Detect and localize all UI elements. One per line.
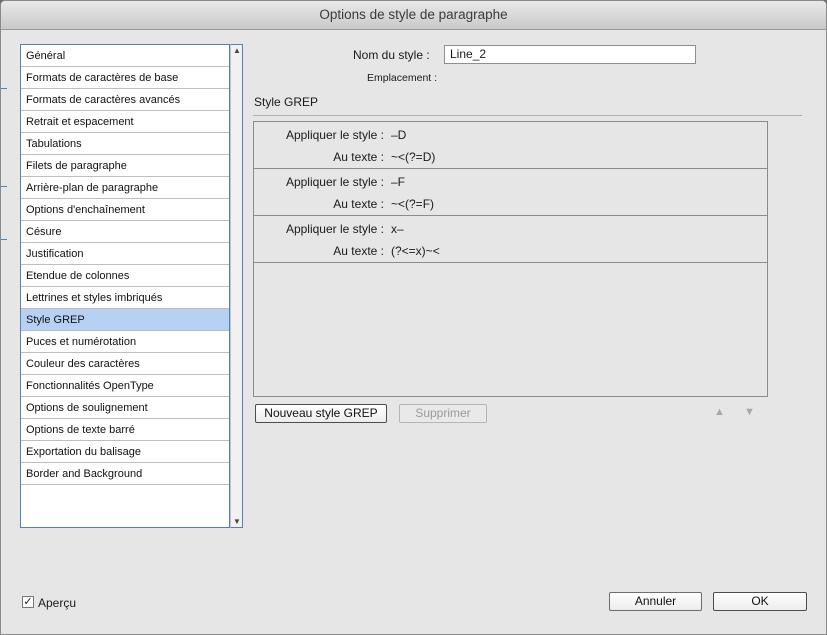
sidebar-item[interactable]: Options de soulignement [21,397,229,419]
background-guide-line [1,239,7,240]
preview-label[interactable]: Aperçu [38,596,76,610]
sidebar-item[interactable]: Fonctionnalités OpenType [21,375,229,397]
new-grep-style-button[interactable]: Nouveau style GREP [255,404,387,423]
location-label: Emplacement : [367,72,438,84]
grep-rule-row[interactable]: Appliquer le style : –D Au texte : ~<(?=D) [254,122,767,169]
grep-to-text-label: Au texte : [333,244,384,258]
sidebar-item[interactable]: Formats de caractères de base [21,67,229,89]
sidebar-item[interactable]: Etendue de colonnes [21,265,229,287]
cancel-button[interactable]: Annuler [609,592,702,611]
sidebar-item[interactable]: Options d'enchaînement [21,199,229,221]
sidebar-item[interactable]: Puces et numérotation [21,331,229,353]
style-name-input[interactable]: Line_2 [444,45,696,64]
grep-style-value[interactable]: x– [391,222,404,236]
sidebar-item[interactable]: Options de texte barré [21,419,229,441]
window-title: Options de style de paragraphe [1,1,826,30]
grep-style-value[interactable]: –F [391,175,405,189]
ok-button[interactable]: OK [713,592,807,611]
grep-expression-value[interactable]: ~<(?=F) [391,197,434,211]
grep-apply-style-label: Appliquer le style : [285,222,384,236]
dialog-window: Options de style de paragraphe Général Fo… [0,0,827,635]
grep-to-text-label: Au texte : [333,150,384,164]
sidebar-item[interactable]: Justification [21,243,229,265]
delete-button[interactable]: Supprimer [399,404,487,423]
grep-expression-value[interactable]: ~<(?=D) [391,150,435,164]
background-guide-line [1,186,7,187]
grep-apply-style-label: Appliquer le style : [285,128,384,142]
grep-to-text-label: Au texte : [333,197,384,211]
style-name-label: Nom du style : [353,48,430,62]
grep-rules-list: Appliquer le style : –D Au texte : ~<(?=D) A… [253,121,768,397]
move-up-icon[interactable]: ▲ [714,406,725,418]
grep-expression-value[interactable]: (?<=x)~< [391,244,440,258]
sidebar-item[interactable]: Arrière-plan de paragraphe [21,177,229,199]
sidebar-item[interactable]: Lettrines et styles imbriqués [21,287,229,309]
sidebar-item[interactable]: Exportation du balisage [21,441,229,463]
sidebar-item[interactable]: Couleur des caractères [21,353,229,375]
scroll-down-icon[interactable]: ▼ [233,517,241,526]
grep-apply-style-label: Appliquer le style : [285,175,384,189]
grep-style-value[interactable]: –D [391,128,406,142]
category-list-scrollbar[interactable]: ▲ ▼ [230,44,243,528]
sidebar-item[interactable]: Filets de paragraphe [21,155,229,177]
background-guide-line [1,88,7,89]
sidebar-item[interactable]: Retrait et espacement [21,111,229,133]
section-title: Style GREP [254,95,319,109]
grep-rule-row[interactable]: Appliquer le style : x– Au texte : (?<=x)~< [254,216,767,263]
sidebar-item[interactable]: Border and Background [21,463,229,485]
sidebar-item[interactable]: Césure [21,221,229,243]
sidebar-item[interactable]: Style GREP [21,309,229,331]
sidebar-item[interactable]: Formats de caractères avancés [21,89,229,111]
sidebar-item[interactable]: Tabulations [21,133,229,155]
preview-checkbox[interactable]: ✓ [22,596,34,608]
sidebar-item[interactable]: Général [21,45,229,67]
grep-rule-row[interactable]: Appliquer le style : –F Au texte : ~<(?=F) [254,169,767,216]
move-down-icon[interactable]: ▼ [744,406,755,418]
scroll-up-icon[interactable]: ▲ [233,46,241,55]
category-list: Général Formats de caractères de base Form… [20,44,230,528]
section-divider [253,115,802,116]
